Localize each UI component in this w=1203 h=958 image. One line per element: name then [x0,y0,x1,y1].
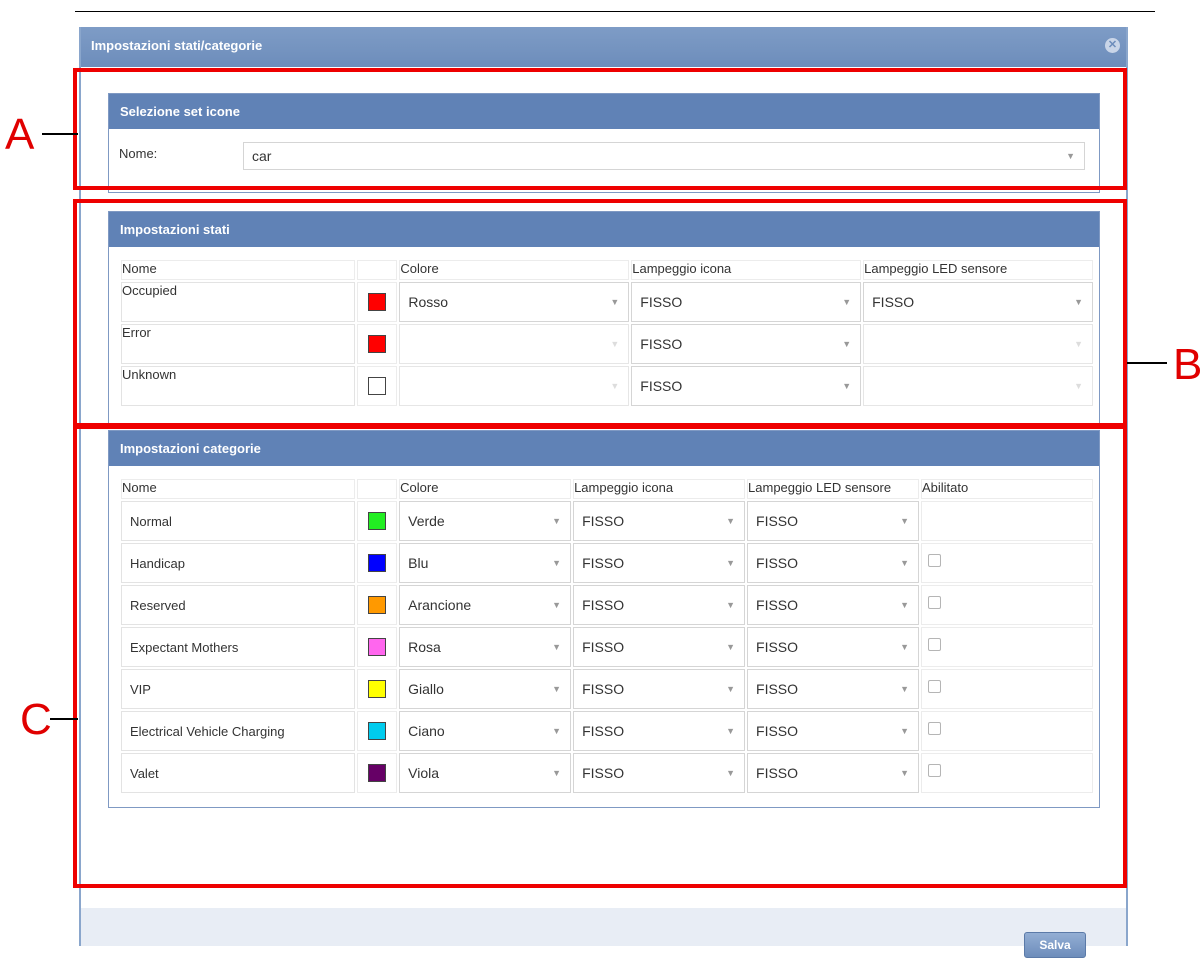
save-button[interactable]: Salva [1024,932,1086,958]
top-rule [75,11,1155,12]
annotation-label-a: A [5,110,35,159]
dialog-title: Impostazioni stati/categorie [91,38,263,53]
dialog-footer: Salva [81,908,1126,958]
annotation-leader-c [50,718,78,720]
annotation-leader-a [42,133,78,135]
annotation-label-b: B [1173,340,1203,389]
annotation-box-a [73,68,1127,190]
close-icon[interactable]: ✕ [1105,38,1120,53]
annotation-box-b [73,199,1127,427]
annotation-leader-b [1127,362,1167,364]
dialog-titlebar[interactable]: Impostazioni stati/categorie ✕ [81,27,1126,67]
annotation-label-c: C [20,695,52,744]
annotation-box-c [73,425,1127,888]
